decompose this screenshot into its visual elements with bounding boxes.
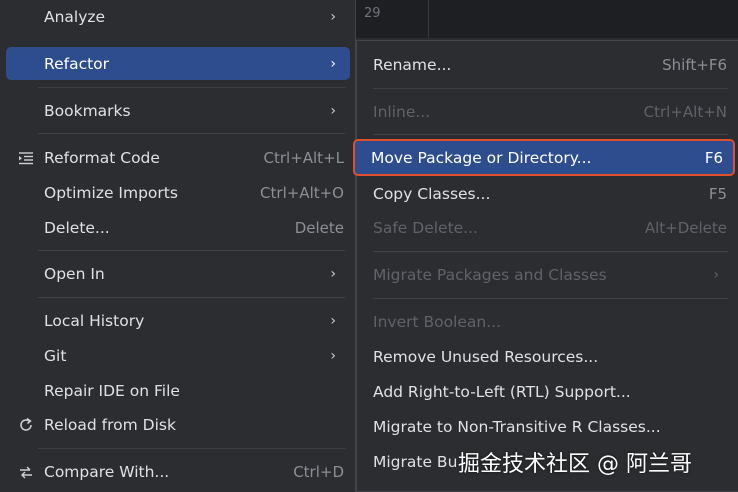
menu-separator xyxy=(38,87,345,88)
submenu-item-label: Rename... xyxy=(373,55,452,74)
menu-separator xyxy=(373,134,728,135)
menu-item-open-in[interactable]: Open In › xyxy=(6,257,350,290)
menu-item-compare-with[interactable]: Compare With... Ctrl+D xyxy=(6,455,350,488)
menu-item-local-history[interactable]: Local History › xyxy=(6,304,350,337)
menu-item-label: Reload from Disk xyxy=(44,415,176,434)
watermark-text: 掘金技术社区 @ 阿兰哥 xyxy=(458,452,692,477)
menu-item-git[interactable]: Git › xyxy=(6,339,350,372)
submenu-item-safe-delete[interactable]: Safe Delete... Alt+Delete xyxy=(357,211,737,244)
submenu-item-shortcut: F5 xyxy=(708,184,727,203)
chevron-right-icon: › xyxy=(330,347,336,364)
menu-separator xyxy=(38,250,345,251)
menu-item-reformat-code[interactable]: Reformat Code Ctrl+Alt+L xyxy=(6,141,350,174)
submenu-item-label: Remove Unused Resources... xyxy=(373,347,599,366)
compare-icon xyxy=(16,462,36,482)
line-number: 29 xyxy=(364,6,381,21)
submenu-item-label: Migrate to Non-Transitive R Classes... xyxy=(373,417,661,436)
menu-item-shortcut: Delete xyxy=(294,218,344,237)
editor-divider xyxy=(428,0,429,38)
menu-separator xyxy=(373,88,728,89)
submenu-item-migrate-r-classes[interactable]: Migrate to Non-Transitive R Classes... xyxy=(357,410,737,443)
submenu-item-invert-boolean[interactable]: Invert Boolean... xyxy=(357,305,737,338)
menu-item-label: Repair IDE on File xyxy=(44,381,180,400)
menu-item-label: Open In xyxy=(44,264,105,283)
menu-item-label: Git xyxy=(44,346,67,365)
menu-item-analyze[interactable]: Analyze › xyxy=(6,0,350,33)
menu-item-delete[interactable]: Delete... Delete xyxy=(6,211,350,244)
menu-item-optimize-imports[interactable]: Optimize Imports Ctrl+Alt+O xyxy=(6,176,350,209)
chevron-right-icon: › xyxy=(330,8,336,25)
menu-item-bookmarks[interactable]: Bookmarks › xyxy=(6,94,350,127)
submenu-item-label: Add Right-to-Left (RTL) Support... xyxy=(373,382,631,401)
submenu-item-inline[interactable]: Inline... Ctrl+Alt+N xyxy=(357,95,737,128)
submenu-item-migrate-packages[interactable]: Migrate Packages and Classes › xyxy=(357,258,737,291)
context-menu: Analyze › Refactor › Bookmarks › Reforma… xyxy=(0,0,356,492)
menu-item-label: Delete... xyxy=(44,218,110,237)
menu-separator xyxy=(38,448,345,449)
submenu-item-label: Inline... xyxy=(373,102,431,121)
submenu-item-shortcut: Ctrl+Alt+N xyxy=(643,102,727,121)
menu-item-reload-from-disk[interactable]: Reload from Disk xyxy=(6,408,350,441)
submenu-item-remove-unused-resources[interactable]: Remove Unused Resources... xyxy=(357,340,737,373)
menu-item-label: Compare With... xyxy=(44,462,170,481)
menu-separator xyxy=(38,133,345,134)
menu-item-shortcut: Ctrl+Alt+L xyxy=(263,148,345,167)
menu-separator xyxy=(373,251,728,252)
submenu-item-label: Copy Classes... xyxy=(373,184,491,203)
submenu-item-label: Safe Delete... xyxy=(373,218,478,237)
ide-context-menu-screen: 29 Analyze › Refactor › Bookmarks › Refo… xyxy=(0,0,738,492)
submenu-item-label: Move Package or Directory... xyxy=(371,148,592,167)
menu-item-shortcut: Ctrl+D xyxy=(293,462,344,481)
menu-item-repair-ide[interactable]: Repair IDE on File xyxy=(6,374,350,407)
editor-area: 29 xyxy=(356,0,738,38)
reformat-code-icon xyxy=(16,148,36,168)
submenu-item-move-package[interactable]: Move Package or Directory... F6 xyxy=(353,139,735,176)
chevron-right-icon: › xyxy=(330,102,336,119)
chevron-right-icon: › xyxy=(713,266,719,283)
refactor-submenu: Rename... Shift+F6 Inline... Ctrl+Alt+N … xyxy=(353,40,738,492)
chevron-right-icon: › xyxy=(330,312,336,329)
menu-separator xyxy=(373,298,728,299)
submenu-item-shortcut: Shift+F6 xyxy=(662,55,727,74)
menu-item-label: Refactor xyxy=(44,54,110,73)
menu-item-label: Analyze xyxy=(44,7,106,26)
menu-item-label: Local History xyxy=(44,311,145,330)
submenu-item-rename[interactable]: Rename... Shift+F6 xyxy=(357,48,737,81)
submenu-item-label: Migrate Bu xyxy=(373,452,458,471)
menu-item-refactor[interactable]: Refactor › xyxy=(6,47,350,80)
menu-item-label: Optimize Imports xyxy=(44,183,178,202)
menu-item-shortcut: Ctrl+Alt+O xyxy=(260,183,344,202)
menu-separator xyxy=(38,297,345,298)
chevron-right-icon: › xyxy=(330,265,336,282)
submenu-item-shortcut: Alt+Delete xyxy=(644,218,727,237)
submenu-item-label: Migrate Packages and Classes xyxy=(373,265,607,284)
chevron-right-icon: › xyxy=(330,55,336,72)
menu-item-label: Bookmarks xyxy=(44,101,131,120)
submenu-item-label: Invert Boolean... xyxy=(373,312,502,331)
menu-item-label: Reformat Code xyxy=(44,148,160,167)
submenu-item-copy-classes[interactable]: Copy Classes... F5 xyxy=(357,177,737,210)
submenu-item-add-rtl-support[interactable]: Add Right-to-Left (RTL) Support... xyxy=(357,375,737,408)
submenu-item-shortcut: F6 xyxy=(704,148,723,167)
reload-icon xyxy=(16,415,36,435)
